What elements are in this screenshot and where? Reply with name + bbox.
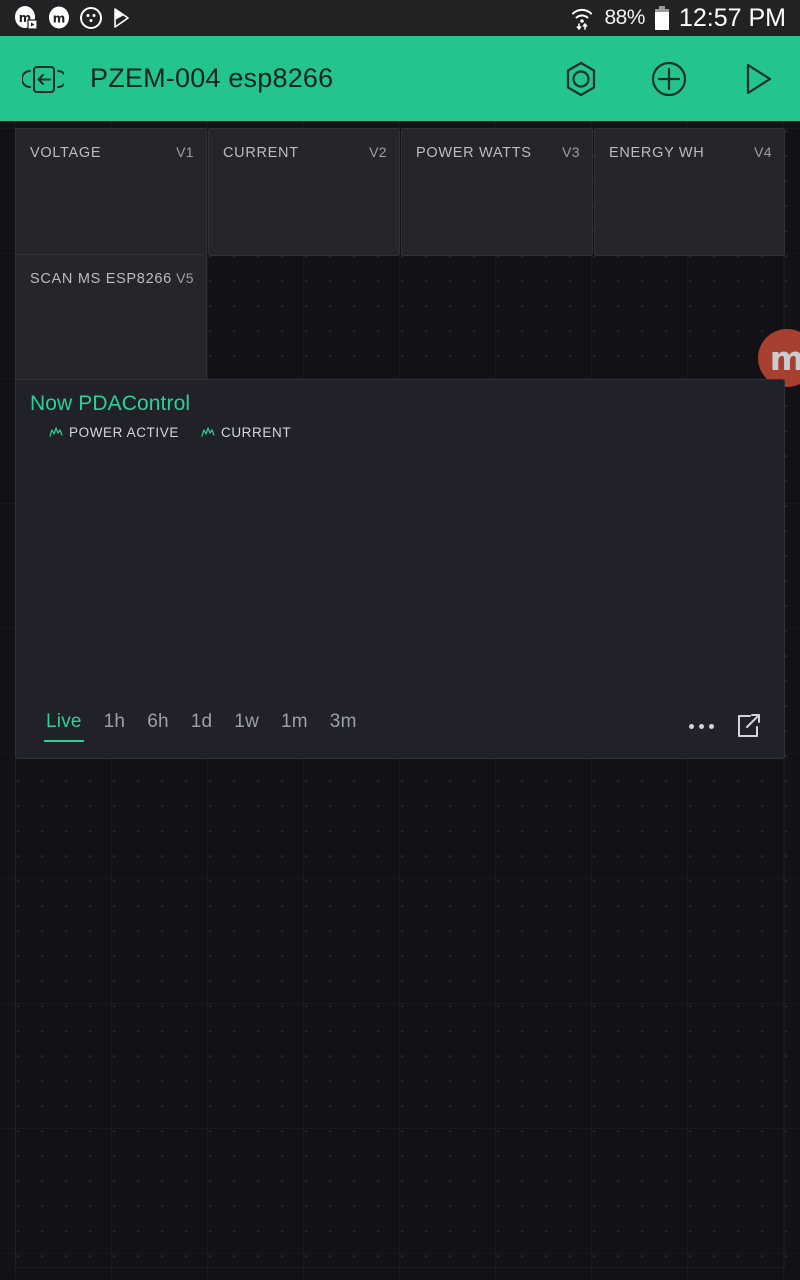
exit-app-icon[interactable]	[22, 58, 64, 100]
app-bar: PZEM-004 esp8266	[0, 36, 800, 121]
tile-pin: V1	[176, 144, 194, 160]
more-options-icon[interactable]	[689, 723, 714, 729]
play-store-icon	[114, 8, 129, 28]
range-tab-3m[interactable]: 3m	[330, 711, 357, 742]
widget-tile-scan-ms-esp8266[interactable]: SCAN MS ESP8266 V5	[15, 254, 207, 382]
dashboard-board: VOLTAGE V1 CURRENT V2 POWER WATTS V3 ENE…	[0, 121, 800, 1280]
widget-tile-voltage[interactable]: VOLTAGE V1	[15, 128, 207, 256]
chart-footer: Live 1h 6h 1d 1w 1m 3m	[16, 694, 784, 758]
widget-tile-current[interactable]: CURRENT V2	[208, 128, 400, 256]
tile-label: POWER WATTS	[416, 145, 532, 161]
wifi-data-icon	[572, 8, 593, 30]
tile-label: VOLTAGE	[30, 145, 102, 161]
status-bar-system-icons: 88% 12:57 PM	[569, 4, 786, 33]
range-tab-1h[interactable]: 1h	[104, 711, 126, 742]
battery-percent-label: 88%	[604, 6, 645, 29]
battery-icon	[654, 6, 669, 30]
page-title: PZEM-004 esp8266	[90, 63, 334, 93]
android-status-bar: m m 88% 12:57 PM	[0, 0, 800, 36]
tile-label: ENERGY WH	[609, 145, 705, 161]
widget-tile-energy-wh[interactable]: ENERGY WH V4	[594, 128, 785, 256]
line-chart-icon	[49, 427, 63, 437]
chart-legend: POWER ACTIVE CURRENT	[49, 425, 291, 440]
tile-label: SCAN MS ESP8266	[30, 271, 172, 287]
app-bar-actions	[560, 58, 778, 100]
range-tab-1d[interactable]: 1d	[191, 711, 213, 742]
status-bar-notification-icons: m m	[14, 6, 132, 30]
tile-pin: V2	[369, 144, 387, 160]
app-badge-icon: m	[49, 6, 69, 29]
plus-circle-icon[interactable]	[648, 58, 690, 100]
tile-pin: V5	[176, 270, 194, 286]
play-icon[interactable]	[736, 58, 778, 100]
range-tab-1m[interactable]: 1m	[281, 711, 308, 742]
svg-text:m: m	[53, 12, 66, 26]
chart-plot-area[interactable]	[16, 460, 784, 694]
face-circle-icon	[80, 7, 102, 29]
tile-pin: V4	[754, 144, 772, 160]
clock-label: 12:57 PM	[678, 3, 786, 32]
tile-pin: V3	[562, 144, 580, 160]
time-range-tabs: Live 1h 6h 1d 1w 1m 3m	[44, 711, 357, 742]
legend-label: CURRENT	[220, 425, 292, 440]
app-badge-icon: m	[15, 6, 38, 30]
legend-label: POWER ACTIVE	[69, 425, 179, 440]
widget-tile-power-watts[interactable]: POWER WATTS V3	[401, 128, 593, 256]
line-chart-icon	[201, 427, 215, 437]
expand-chart-icon[interactable]	[736, 713, 762, 739]
range-tab-6h[interactable]: 6h	[147, 711, 169, 742]
legend-item-power-active[interactable]: POWER ACTIVE	[49, 425, 179, 440]
chart-footer-actions	[689, 713, 762, 739]
legend-item-current[interactable]: CURRENT	[201, 425, 291, 440]
superchart-widget[interactable]: Now PDAControl POWER ACTIVE CURRENT Live…	[15, 379, 785, 759]
chart-title: Now PDAControl	[30, 392, 191, 415]
range-tab-live[interactable]: Live	[44, 711, 84, 742]
watermark-letter: m	[769, 338, 800, 378]
range-tab-1w[interactable]: 1w	[234, 711, 259, 742]
hexagon-nut-icon[interactable]	[560, 58, 602, 100]
tile-label: CURRENT	[223, 145, 299, 161]
